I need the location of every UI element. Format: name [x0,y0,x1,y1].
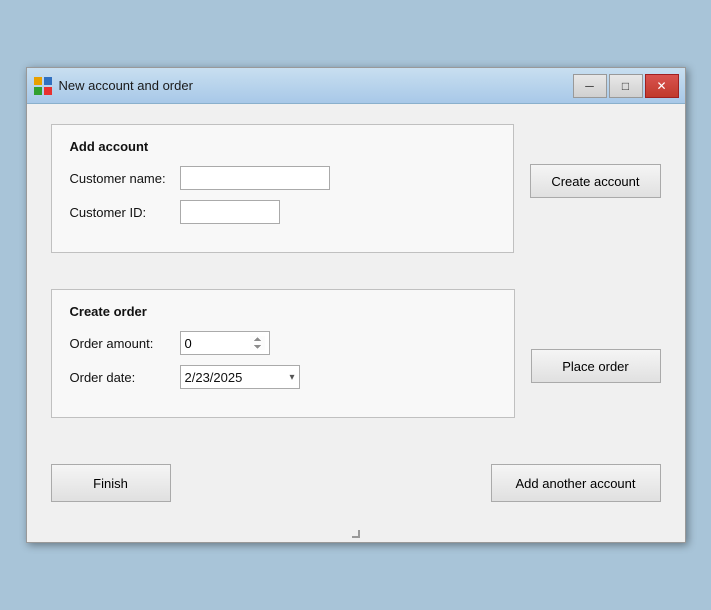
main-window: New account and order ─ □ ✕ Add account … [26,67,686,543]
place-order-button[interactable]: Place order [531,349,661,383]
order-amount-label: Order amount: [70,336,180,351]
add-another-account-button[interactable]: Add another account [491,464,661,502]
finish-button[interactable]: Finish [51,464,171,502]
window-title: New account and order [59,78,193,93]
close-button[interactable]: ✕ [645,74,679,98]
title-bar-buttons: ─ □ ✕ [573,74,679,98]
customer-name-row: Customer name: [70,166,496,190]
add-account-container: Add account Customer name: Customer ID: … [51,124,661,271]
create-account-action: Create account [530,124,660,198]
resize-handle[interactable] [27,528,685,542]
customer-id-label: Customer ID: [70,205,180,220]
add-account-label: Add account [70,139,496,154]
title-bar-left: New account and order [33,76,193,96]
chevron-down-icon: ▾ [289,372,294,383]
restore-button[interactable]: □ [609,74,643,98]
add-account-section: Add account Customer name: Customer ID: [51,124,515,253]
title-bar: New account and order ─ □ ✕ [27,68,685,104]
create-account-button[interactable]: Create account [530,164,660,198]
window-icon [33,76,53,96]
resize-dot-icon [352,530,360,538]
order-date-picker[interactable]: 2/23/2025 ▾ [180,365,300,389]
order-date-row: Order date: 2/23/2025 ▾ [70,365,496,389]
customer-name-input[interactable] [180,166,330,190]
place-order-action: Place order [531,289,661,383]
create-order-section: Create order Order amount: Order date: 2… [51,289,515,418]
order-date-value: 2/23/2025 [185,370,243,385]
window-body: Add account Customer name: Customer ID: … [27,104,685,528]
customer-id-row: Customer ID: [70,200,496,224]
order-amount-spinner [180,331,270,355]
create-order-container: Create order Order amount: Order date: 2… [51,289,661,436]
footer-bar: Finish Add another account [51,454,661,508]
create-order-label: Create order [70,304,496,319]
order-amount-input[interactable] [180,331,270,355]
order-date-label: Order date: [70,370,180,385]
order-amount-row: Order amount: [70,331,496,355]
customer-name-label: Customer name: [70,171,180,186]
minimize-button[interactable]: ─ [573,74,607,98]
customer-id-input[interactable] [180,200,280,224]
